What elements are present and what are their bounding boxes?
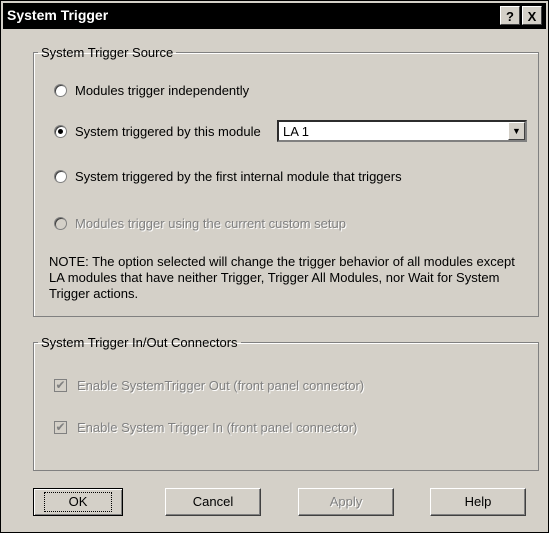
title-bar[interactable]: System Trigger ? X [3,3,546,29]
trigger-source-legend: System Trigger Source [41,45,174,60]
dialog-title: System Trigger [7,7,109,23]
ok-button-label: OK [43,492,113,512]
radio-button[interactable] [54,84,67,97]
radio-button[interactable] [54,170,67,183]
connectors-legend: System Trigger In/Out Connectors [41,335,238,350]
enable-trigger-in-checkbox: ✔ Enable System Trigger In (front panel … [54,420,357,435]
radio-custom-setup: Modules trigger using the current custom… [54,216,346,231]
help-button[interactable]: Help [430,488,526,516]
checkbox-label: Enable System Trigger In (front panel co… [77,420,358,435]
chevron-down-icon[interactable]: ▼ [508,122,525,140]
radio-label: System triggered by this module [75,124,261,139]
connectors-group: System Trigger In/Out Connectors [33,335,539,471]
radio-label: Modules trigger independently [75,83,250,98]
radio-label: Modules trigger using the current custom… [75,216,346,231]
module-select[interactable]: LA 1 ▼ [277,120,527,142]
radio-first-internal-module[interactable]: System triggered by the first internal m… [54,169,402,184]
enable-trigger-out-checkbox: ✔ Enable SystemTrigger Out (front panel … [54,378,364,393]
checkmark-icon: ✔ [54,378,67,392]
ok-button[interactable]: OK [33,488,123,516]
system-trigger-dialog: System Trigger ? X System Trigger Source… [0,0,549,533]
close-button[interactable]: X [522,6,542,25]
radio-this-module[interactable]: System triggered by this module [54,124,261,139]
checkmark-icon: ✔ [54,420,67,434]
cancel-button[interactable]: Cancel [165,488,261,516]
module-select-value: LA 1 [283,124,310,139]
radio-label: System triggered by the first internal m… [75,169,402,184]
apply-button: Apply [298,488,394,516]
help-title-button[interactable]: ? [500,6,520,25]
note-text: NOTE: The option selected will change th… [49,254,515,301]
radio-button [54,217,67,230]
checkbox-label: Enable SystemTrigger Out (front panel co… [77,378,365,393]
radio-button[interactable] [54,125,67,138]
radio-modules-independent[interactable]: Modules trigger independently [54,83,249,98]
